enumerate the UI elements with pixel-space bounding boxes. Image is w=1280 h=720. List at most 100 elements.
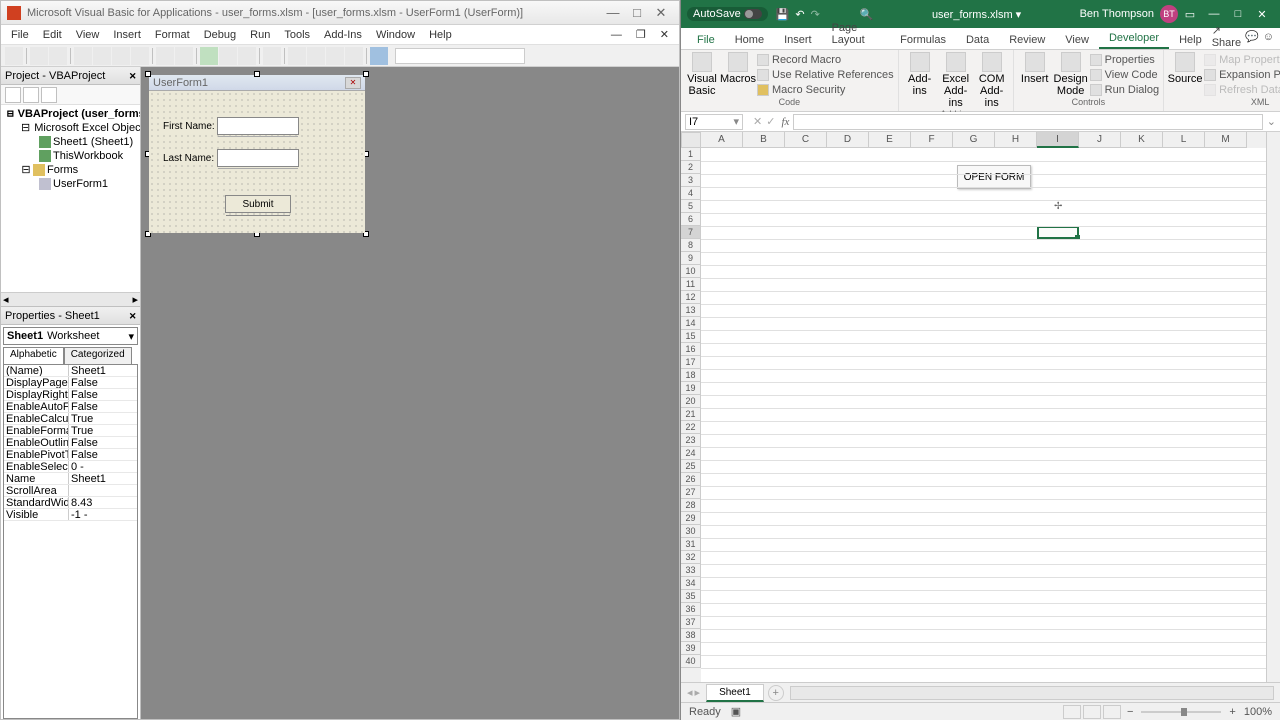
row-header-36[interactable]: 36: [681, 603, 701, 616]
filename[interactable]: user_forms.xlsm ▾: [874, 8, 1080, 21]
label-first-name[interactable]: First Name:: [163, 121, 215, 132]
col-header-A[interactable]: A: [701, 132, 743, 148]
toolbar-view-excel-icon[interactable]: [5, 47, 23, 65]
maximize-button[interactable]: □: [1226, 8, 1250, 20]
view-page-break-icon[interactable]: [1103, 705, 1121, 719]
property-row[interactable]: EnablePivotTableFalse: [4, 449, 137, 461]
enter-formula-icon[interactable]: ✓: [766, 115, 775, 128]
zoom-level[interactable]: 100%: [1244, 706, 1272, 718]
property-row[interactable]: NameSheet1: [4, 473, 137, 485]
ribbon-run-dialog[interactable]: Run Dialog: [1090, 82, 1159, 97]
row-header-25[interactable]: 25: [681, 460, 701, 473]
select-all-corner[interactable]: [681, 132, 701, 148]
excel-titlebar[interactable]: AutoSave 💾 ↶ ↷ 🔍 user_forms.xlsm ▾ Ben T…: [681, 0, 1280, 28]
view-code-icon[interactable]: [5, 87, 21, 103]
row-header-16[interactable]: 16: [681, 343, 701, 356]
row-header-40[interactable]: 40: [681, 655, 701, 668]
vba-titlebar[interactable]: Microsoft Visual Basic for Applications …: [1, 1, 679, 25]
row-header-33[interactable]: 33: [681, 564, 701, 577]
row-header-19[interactable]: 19: [681, 382, 701, 395]
row-header-30[interactable]: 30: [681, 525, 701, 538]
row-header-3[interactable]: 3: [681, 174, 701, 187]
user-avatar[interactable]: BT: [1160, 5, 1178, 23]
row-header-4[interactable]: 4: [681, 187, 701, 200]
scroll-left-icon[interactable]: ◂: [3, 293, 9, 306]
row-header-26[interactable]: 26: [681, 473, 701, 486]
toolbar-undo-icon[interactable]: [156, 47, 174, 65]
tab-data[interactable]: Data: [956, 31, 999, 49]
col-header-K[interactable]: K: [1121, 132, 1163, 148]
toolbar-cut-icon[interactable]: [74, 47, 92, 65]
scroll-right-icon[interactable]: ▸: [132, 293, 138, 306]
property-row[interactable]: EnableSelection0 - xlNoRestriction: [4, 461, 137, 473]
row-header-38[interactable]: 38: [681, 629, 701, 642]
textbox-first-name[interactable]: [217, 117, 299, 135]
expand-formula-icon[interactable]: ⌄: [1267, 115, 1276, 128]
ribbon-macro-security[interactable]: Macro Security: [757, 82, 894, 97]
properties-close-icon[interactable]: ✕: [129, 309, 136, 323]
menu-addins[interactable]: Add-Ins: [318, 27, 368, 43]
col-header-F[interactable]: F: [911, 132, 953, 148]
property-row[interactable]: (Name)Sheet1: [4, 365, 137, 377]
sheet-nav-next-icon[interactable]: ▸: [695, 686, 701, 699]
col-header-I[interactable]: I: [1037, 132, 1079, 148]
row-header-34[interactable]: 34: [681, 577, 701, 590]
tab-page-layout[interactable]: Page Layout: [822, 19, 891, 49]
mdi-restore[interactable]: ❐: [630, 26, 652, 43]
horizontal-scrollbar[interactable]: [790, 686, 1274, 700]
property-row[interactable]: ScrollArea: [4, 485, 137, 497]
ribbon-macros[interactable]: Macros: [721, 52, 755, 85]
row-header-20[interactable]: 20: [681, 395, 701, 408]
macro-record-icon[interactable]: ▣: [731, 705, 741, 718]
row-header-28[interactable]: 28: [681, 499, 701, 512]
comments-icon[interactable]: 💬: [1245, 30, 1259, 43]
property-row[interactable]: DisplayPageBreaksFalse: [4, 377, 137, 389]
column-headers[interactable]: ABCDEFGHIJKLM: [701, 132, 1266, 148]
zoom-out-icon[interactable]: −: [1127, 706, 1133, 718]
row-header-10[interactable]: 10: [681, 265, 701, 278]
active-cell[interactable]: [1037, 226, 1079, 239]
button-submit[interactable]: Submit: [225, 195, 291, 213]
row-header-31[interactable]: 31: [681, 538, 701, 551]
property-row[interactable]: EnableOutliningFalse: [4, 437, 137, 449]
tab-alphabetic[interactable]: Alphabetic: [3, 347, 64, 364]
name-box[interactable]: I7▾: [685, 114, 743, 130]
row-header-2[interactable]: 2: [681, 161, 701, 174]
tab-help[interactable]: Help: [1169, 31, 1212, 49]
ribbon-addins[interactable]: Add-ins: [903, 52, 937, 97]
row-header-15[interactable]: 15: [681, 330, 701, 343]
col-header-E[interactable]: E: [869, 132, 911, 148]
project-close-icon[interactable]: ✕: [129, 69, 136, 83]
row-header-1[interactable]: 1: [681, 148, 701, 161]
toolbar-copy-icon[interactable]: [93, 47, 111, 65]
properties-grid[interactable]: (Name)Sheet1DisplayPageBreaksFalseDispla…: [3, 365, 138, 719]
row-header-13[interactable]: 13: [681, 304, 701, 317]
row-header-23[interactable]: 23: [681, 434, 701, 447]
property-row[interactable]: EnableAutoFilterFalse: [4, 401, 137, 413]
toggle-folders-icon[interactable]: [41, 87, 57, 103]
help-smiley-icon[interactable]: ☺: [1263, 31, 1274, 43]
col-header-M[interactable]: M: [1205, 132, 1247, 148]
menu-window[interactable]: Window: [370, 27, 421, 43]
property-row[interactable]: DisplayRightToLeftFalse: [4, 389, 137, 401]
toolbar-design-icon[interactable]: [263, 47, 281, 65]
row-header-7[interactable]: 7: [681, 226, 701, 239]
tab-categorized[interactable]: Categorized: [64, 347, 132, 364]
col-header-H[interactable]: H: [995, 132, 1037, 148]
menu-insert[interactable]: Insert: [107, 27, 147, 43]
userform-close-icon[interactable]: ✕: [345, 77, 361, 89]
col-header-J[interactable]: J: [1079, 132, 1121, 148]
row-headers[interactable]: 1234567891011121314151617181920212223242…: [681, 132, 701, 682]
row-header-18[interactable]: 18: [681, 369, 701, 382]
toolbar-save-icon[interactable]: [49, 47, 67, 65]
tab-developer[interactable]: Developer: [1099, 29, 1169, 49]
tab-review[interactable]: Review: [999, 31, 1055, 49]
label-last-name[interactable]: Last Name:: [163, 153, 214, 164]
row-header-12[interactable]: 12: [681, 291, 701, 304]
toolbar-run-icon[interactable]: [200, 47, 218, 65]
view-normal-icon[interactable]: [1063, 705, 1081, 719]
ribbon-record-macro[interactable]: Record Macro: [757, 52, 894, 67]
view-page-layout-icon[interactable]: [1083, 705, 1101, 719]
tab-home[interactable]: Home: [725, 31, 774, 49]
property-row[interactable]: Visible-1 - xlSheetVisible: [4, 509, 137, 521]
